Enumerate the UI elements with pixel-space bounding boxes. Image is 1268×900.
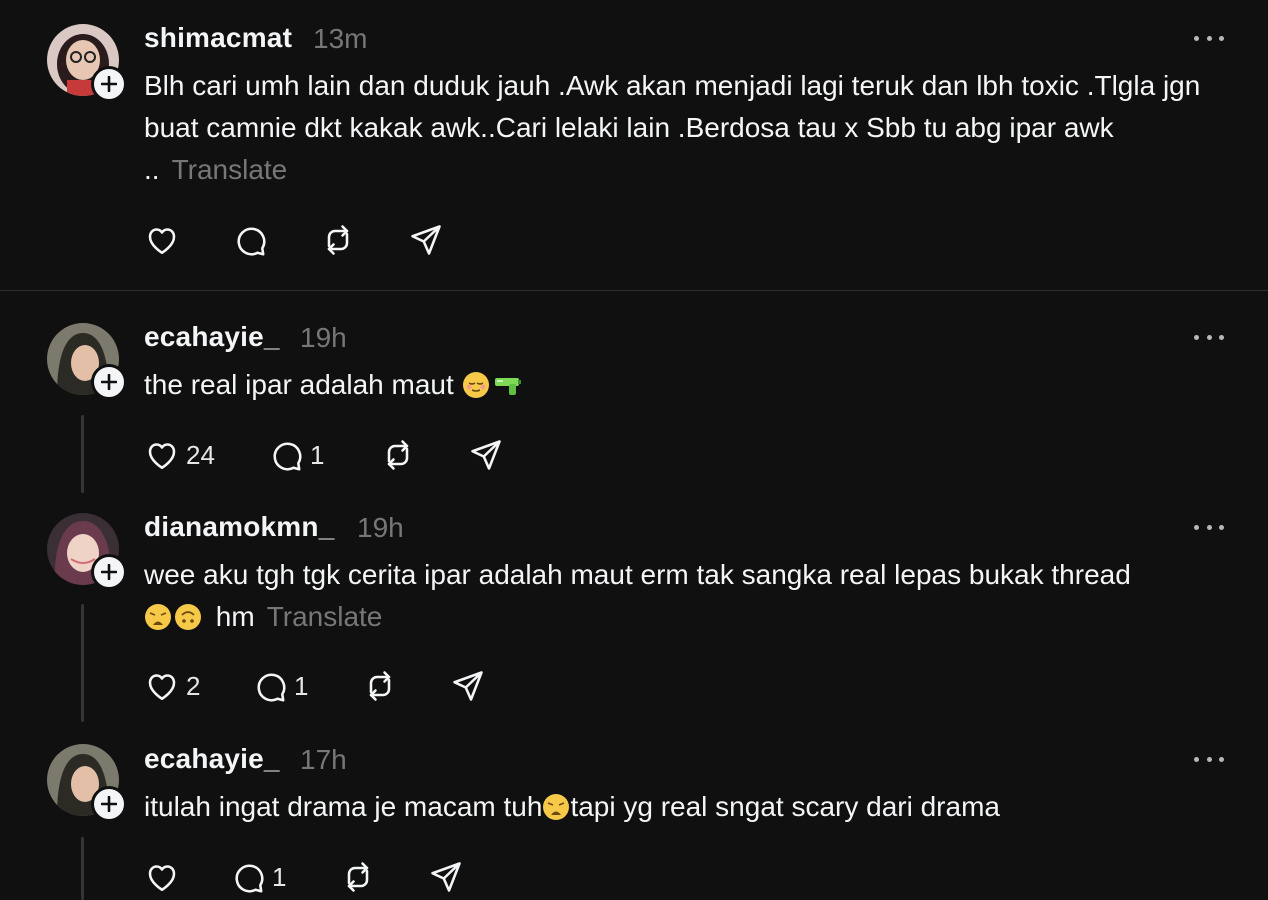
heart-icon <box>148 443 176 470</box>
reply-count: 1 <box>310 439 325 470</box>
comment-icon <box>235 864 264 893</box>
post-text: Blh cari umh lain dan duduk jauh .Awk ak… <box>144 70 1201 185</box>
follow-button[interactable] <box>91 66 127 102</box>
username[interactable]: ecahayie_ <box>144 743 280 775</box>
repost-icon <box>369 671 391 701</box>
like-button[interactable] <box>144 220 180 260</box>
weary-face-emoji <box>543 794 570 820</box>
username[interactable]: dianamokmn_ <box>144 511 334 543</box>
post-text-line: hm Translate <box>144 596 1244 638</box>
share-button[interactable] <box>450 666 486 706</box>
like-button[interactable]: 24 <box>144 435 215 475</box>
more-options-icon[interactable] <box>1194 32 1224 44</box>
plus-icon <box>101 796 117 812</box>
thread-line <box>81 604 84 722</box>
comment-icon <box>237 227 266 256</box>
thread-post: dianamokmn_ 19h wee aku tgh tgk cerita i… <box>0 496 1268 726</box>
thread-post: ecahayie_ 19h the real ipar adalah maut … <box>0 291 1268 496</box>
send-icon <box>411 225 441 255</box>
plus-icon <box>101 374 117 390</box>
like-button[interactable]: 2 <box>144 666 200 706</box>
share-button[interactable] <box>408 220 444 260</box>
translate-link[interactable]: Translate <box>172 154 288 185</box>
send-icon <box>471 440 501 470</box>
thread-post: shimacmat 13m Blh cari umh lain dan dudu… <box>0 0 1268 290</box>
post-time: 13m <box>313 23 368 54</box>
send-icon <box>431 862 461 892</box>
post-text: wee aku tgh tgk cerita ipar adalah maut … <box>144 554 1244 638</box>
follow-button[interactable] <box>91 786 127 822</box>
plus-icon <box>101 564 117 580</box>
plus-icon <box>101 76 117 92</box>
post-text-line: wee aku tgh tgk cerita ipar adalah maut … <box>144 559 1131 590</box>
repost-icon <box>347 862 369 892</box>
share-button[interactable] <box>428 857 464 897</box>
post-text: itulah ingat drama je macam tuh tapi yg r… <box>144 791 1000 822</box>
reply-button[interactable] <box>232 220 268 260</box>
post-text: the real ipar adalah maut <box>144 364 1244 406</box>
reply-button[interactable]: 1 <box>252 666 308 706</box>
send-icon <box>453 671 483 701</box>
like-count: 24 <box>186 439 215 470</box>
repost-button[interactable] <box>380 435 416 475</box>
upside-down-face-emoji <box>175 604 201 630</box>
post-time: 19h <box>357 512 404 543</box>
heart-icon <box>148 674 176 701</box>
username[interactable]: ecahayie_ <box>144 321 280 353</box>
more-options-icon[interactable] <box>1194 753 1224 765</box>
thread-line <box>81 837 84 900</box>
heart-icon <box>148 865 176 892</box>
follow-button[interactable] <box>91 364 127 400</box>
like-count: 2 <box>186 670 201 701</box>
heart-icon <box>148 228 176 255</box>
follow-button[interactable] <box>91 554 127 590</box>
repost-icon <box>327 225 349 255</box>
post-time: 19h <box>300 322 347 353</box>
thread-post: ecahayie_ 17h itulah ingat drama je maca… <box>0 726 1268 900</box>
username[interactable]: shimacmat <box>144 22 292 54</box>
thread-line <box>81 415 84 493</box>
water-pistol-emoji <box>494 378 521 395</box>
more-options-icon[interactable] <box>1194 331 1224 343</box>
repost-button[interactable] <box>362 666 398 706</box>
comment-icon <box>257 673 286 702</box>
relieved-face-emoji <box>462 372 489 398</box>
post-time: 17h <box>300 744 347 775</box>
weary-face-emoji <box>145 604 171 630</box>
reply-count: 1 <box>294 670 309 701</box>
repost-icon <box>387 440 409 470</box>
translate-link[interactable]: Translate <box>267 601 383 632</box>
like-button[interactable] <box>144 857 180 897</box>
reply-count: 1 <box>272 861 287 892</box>
repost-button[interactable] <box>320 220 356 260</box>
more-options-icon[interactable] <box>1194 521 1224 533</box>
reply-button[interactable]: 1 <box>268 435 324 475</box>
share-button[interactable] <box>468 435 504 475</box>
repost-button[interactable] <box>340 857 376 897</box>
comment-icon <box>273 442 302 471</box>
reply-button[interactable]: 1 <box>230 857 286 897</box>
